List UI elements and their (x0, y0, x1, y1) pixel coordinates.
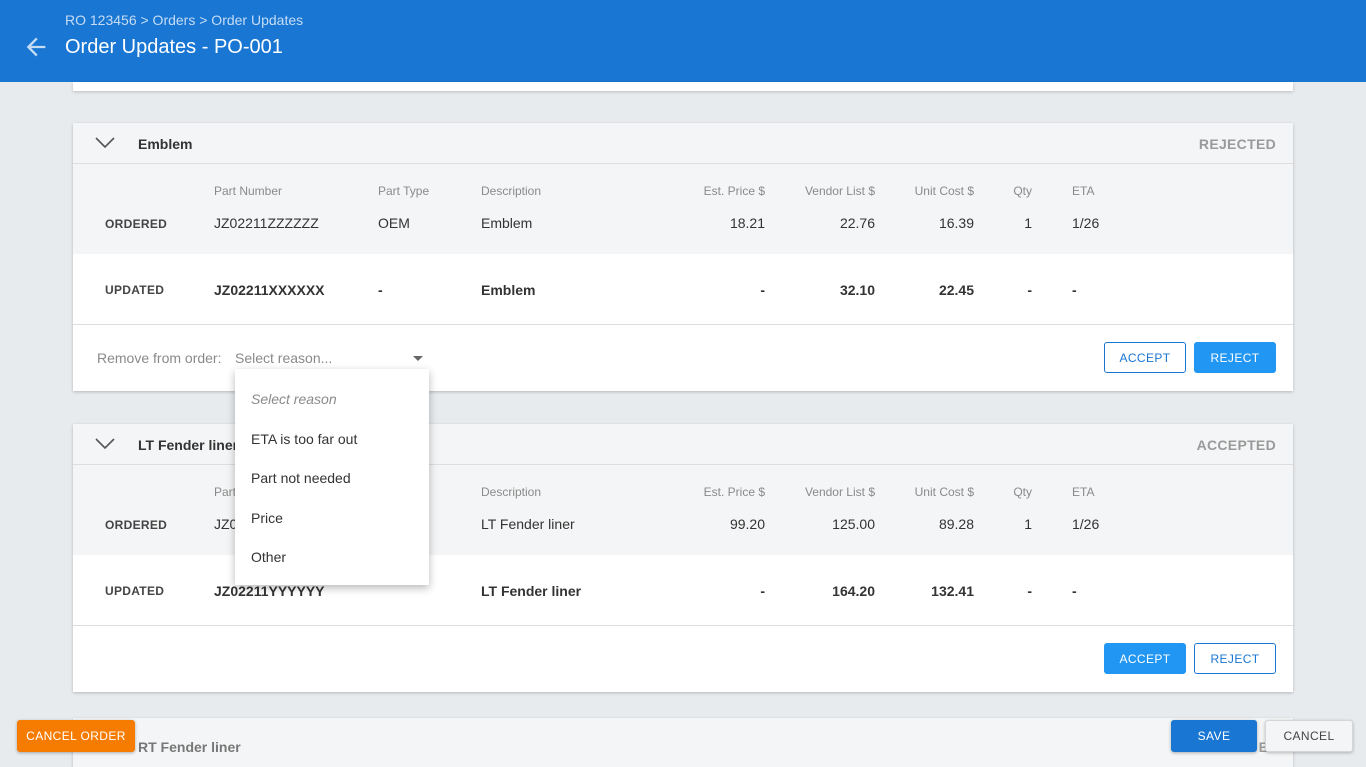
col-header-est-price: Est. Price $ (703, 184, 765, 198)
reason-select-value: Select reason... (235, 350, 333, 366)
est-price: - (760, 282, 765, 298)
dropdown-placeholder: Select reason (251, 391, 337, 407)
col-header-unit-cost: Unit Cost $ (914, 184, 974, 198)
eta: 1/26 (1072, 215, 1100, 231)
est-price: - (760, 583, 765, 599)
eta: - (1072, 282, 1077, 298)
qty: 1 (1024, 516, 1032, 532)
unit-cost: 16.39 (938, 215, 974, 231)
accept-button[interactable]: ACCEPT (1104, 342, 1186, 373)
cancel-button[interactable]: CANCEL (1265, 720, 1353, 752)
reason-dropdown-menu: Select reason ETA is too far out Part no… (235, 369, 429, 585)
chevron-down-icon[interactable] (95, 438, 115, 450)
ordered-row: Part Number Part Type Description Est. P… (73, 164, 1293, 254)
qty: - (1027, 583, 1032, 599)
part-type: - (378, 282, 383, 298)
qty: 1 (1024, 215, 1032, 231)
order-item-card-rt-fender-liner[interactable]: RT Fender liner E (73, 718, 1293, 767)
updated-row: UPDATED JZ02211XXXXXX - Emblem - 32.10 2… (73, 254, 1293, 325)
col-header-eta: ETA (1072, 485, 1095, 499)
unit-cost: 132.41 (931, 583, 974, 599)
vendor-list: 164.20 (832, 583, 875, 599)
dropdown-option-other[interactable]: Other (251, 549, 286, 565)
description: Emblem (481, 215, 533, 231)
dropdown-option-part-not-needed[interactable]: Part not needed (251, 470, 351, 486)
description: LT Fender liner (481, 516, 575, 532)
est-price: 99.20 (729, 516, 765, 532)
col-header-part-number: Part Number (214, 184, 283, 198)
previous-card-bottom (73, 82, 1293, 91)
remove-from-order-label: Remove from order: (97, 350, 222, 366)
description: LT Fender liner (481, 583, 582, 599)
row-label-ordered: ORDERED (105, 518, 168, 532)
card-header[interactable]: Emblem REJECTED (73, 123, 1293, 164)
card-title: RT Fender liner (138, 739, 241, 755)
dropdown-option-price[interactable]: Price (251, 510, 283, 526)
eta: - (1072, 583, 1077, 599)
status-badge: REJECTED (1198, 136, 1276, 152)
col-header-unit-cost: Unit Cost $ (914, 485, 974, 499)
card-title: LT Fender liner (138, 437, 239, 453)
arrow-left-icon[interactable] (22, 33, 50, 61)
reject-button[interactable]: REJECT (1194, 643, 1276, 674)
unit-cost: 89.28 (938, 516, 974, 532)
col-header-est-price: Est. Price $ (703, 485, 765, 499)
eta: 1/26 (1072, 516, 1100, 532)
part-number: JZ02211YYYYYY (214, 583, 325, 599)
chevron-down-icon[interactable] (95, 137, 115, 149)
part-number: JZ02211ZZZZZZ (214, 215, 319, 231)
vendor-list: 125.00 (832, 516, 875, 532)
col-header-qty: Qty (1013, 485, 1032, 499)
accept-button[interactable]: ACCEPT (1104, 643, 1186, 674)
row-label-updated: UPDATED (105, 283, 165, 297)
part-number: JZ0 (214, 516, 238, 532)
col-header-vendor-list: Vendor List $ (804, 184, 875, 198)
row-label-ordered: ORDERED (105, 217, 168, 231)
col-header-qty: Qty (1013, 184, 1032, 198)
card-title: Emblem (138, 136, 193, 152)
unit-cost: 22.45 (938, 282, 974, 298)
col-header-part-number: Part (214, 485, 237, 499)
cancel-order-button[interactable]: CANCEL ORDER (17, 720, 135, 752)
part-type: OEM (378, 215, 410, 231)
row-label-updated: UPDATED (105, 584, 165, 598)
col-header-eta: ETA (1072, 184, 1095, 198)
description: Emblem (481, 282, 536, 298)
card-actions: ACCEPT REJECT (73, 626, 1293, 692)
part-number: JZ02211XXXXXX (214, 282, 325, 298)
app-header: RO 123456 > Orders > Order Updates Order… (0, 0, 1366, 82)
save-button[interactable]: SAVE (1171, 720, 1257, 752)
reason-select[interactable]: Select reason... (235, 345, 429, 371)
page-title: Order Updates - PO-001 (65, 36, 283, 58)
breadcrumb[interactable]: RO 123456 > Orders > Order Updates (65, 12, 303, 28)
vendor-list: 32.10 (839, 282, 875, 298)
est-price: 18.21 (729, 215, 765, 231)
col-header-vendor-list: Vendor List $ (804, 485, 875, 499)
caret-down-icon (413, 356, 423, 361)
order-item-card-emblem: Emblem REJECTED Part Number Part Type De… (73, 123, 1293, 391)
status-badge: ACCEPTED (1196, 437, 1276, 453)
col-header-description: Description (481, 184, 542, 198)
vendor-list: 22.76 (839, 215, 875, 231)
qty: - (1027, 282, 1032, 298)
dropdown-option-eta-too-far[interactable]: ETA is too far out (251, 431, 357, 447)
col-header-part-type: Part Type (378, 184, 430, 198)
reject-button[interactable]: REJECT (1194, 342, 1276, 373)
col-header-description: Description (481, 485, 542, 499)
